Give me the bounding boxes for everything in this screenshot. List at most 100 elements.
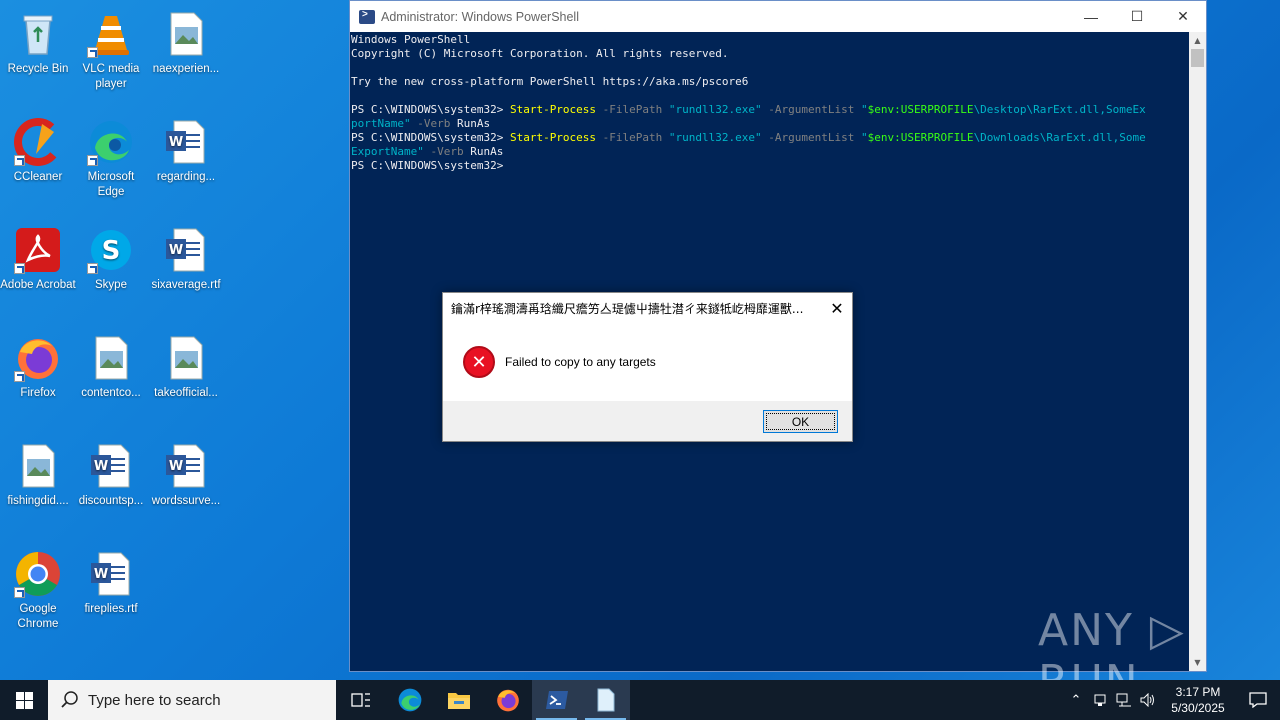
skype-icon: S — [87, 226, 135, 274]
taskbar-file-explorer[interactable] — [434, 680, 483, 720]
maximize-button[interactable]: ☐ — [1114, 1, 1160, 32]
task-view-icon — [350, 693, 370, 707]
search-icon — [60, 690, 80, 710]
dialog-title: 鑰滿r梓瑤澗濤爯琀纖尺癚竻亼瑅儢屮擣牡澘ㄔ来鐩牴屹栂靡運獸... — [451, 301, 804, 316]
taskbar-powershell[interactable] — [532, 680, 581, 720]
shortcut-arrow-icon — [87, 47, 98, 58]
console-line: Copyright (C) Microsoft Corporation. All… — [351, 47, 729, 60]
parameter: -ArgumentList — [761, 131, 861, 144]
taskbar: Type here to search ⌃ 3:17 PM 5/30/2025 — [0, 680, 1280, 720]
parameter: -FilePath — [596, 103, 669, 116]
string: portName" — [351, 117, 411, 130]
taskbar-edge[interactable] — [385, 680, 434, 720]
desktop-icon-label: Recycle Bin — [7, 63, 69, 75]
desktop-icon-label: Microsoft Edge — [87, 171, 135, 198]
desktop-icon-google-chrome[interactable]: Google Chrome — [0, 544, 76, 644]
desktop-icon-skype[interactable]: S Skype — [73, 220, 149, 320]
clock-date: 5/30/2025 — [1171, 701, 1225, 715]
desktop-icon-label: Skype — [95, 279, 127, 291]
svg-text:W: W — [169, 459, 183, 474]
shortcut-arrow-icon — [14, 371, 25, 382]
desktop-icon-label: Google Chrome — [17, 603, 59, 630]
desktop-icon-label: CCleaner — [13, 171, 63, 183]
desktop-icon-file[interactable]: W sixaverage.rtf — [148, 220, 224, 320]
string: \Downloads\RarExt.dll,Some — [973, 131, 1146, 144]
string: " — [860, 131, 868, 144]
desktop-icon-label: naexperien... — [152, 63, 220, 75]
scroll-up-icon[interactable]: ▲ — [1189, 32, 1206, 49]
acrobat-icon — [14, 226, 62, 274]
image-file-icon — [87, 334, 135, 382]
prompt: PS C:\WINDOWS\system32> — [351, 103, 510, 116]
desktop-icon-file[interactable]: W discountsp... — [73, 436, 149, 536]
svg-text:W: W — [169, 135, 183, 150]
desktop-icon-label: Adobe Acrobat — [0, 279, 76, 291]
argument: RunAs — [470, 145, 504, 158]
minimize-button[interactable]: — — [1068, 1, 1114, 32]
dialog-titlebar[interactable]: 鑰滿r梓瑤澗濤爯琀纖尺癚竻亼瑅儢屮擣牡澘ㄔ来鐩牴屹栂靡運獸... ✕ — [443, 293, 852, 323]
image-file-icon — [14, 442, 62, 490]
desktop-icon-vlc[interactable]: VLC media player — [73, 4, 149, 104]
network-icon[interactable] — [1112, 680, 1136, 720]
desktop-icon-label: fishingdid.... — [7, 495, 69, 507]
vertical-scrollbar[interactable]: ▲ ▼ — [1189, 32, 1206, 671]
desktop-icon-file[interactable]: naexperien... — [148, 4, 224, 104]
volume-icon[interactable] — [1136, 680, 1160, 720]
ok-button[interactable]: OK — [763, 410, 838, 433]
desktop-icon-file[interactable]: W regarding... — [148, 112, 224, 212]
desktop-icon-label: regarding... — [156, 171, 216, 183]
error-dialog[interactable]: 鑰滿r梓瑤澗濤爯琀纖尺癚竻亼瑅儢屮擣牡澘ㄔ来鐩牴屹栂靡運獸... ✕ ✕ Fai… — [442, 292, 853, 442]
clock-time: 3:17 PM — [1175, 685, 1221, 699]
powershell-icon — [545, 691, 568, 709]
desktop-icon-label: wordssurve... — [151, 495, 221, 507]
string: \Desktop\RarExt.dll,SomeEx — [973, 103, 1146, 116]
console-line: Try the new cross-platform PowerShell ht… — [351, 75, 749, 88]
variable: $env:USERPROFILE — [867, 131, 974, 144]
desktop-icon-file[interactable]: W wordssurve... — [148, 436, 224, 536]
document-icon — [597, 688, 614, 712]
notification-button[interactable] — [1236, 680, 1280, 720]
word-doc-icon: W — [162, 442, 210, 490]
shortcut-arrow-icon — [14, 263, 25, 274]
desktop-icon-file[interactable]: W fireplies.rtf — [73, 544, 149, 644]
window-title: Administrator: Windows PowerShell — [381, 9, 579, 24]
vlc-icon — [87, 10, 135, 58]
notification-icon — [1249, 692, 1267, 708]
chevron-up-icon[interactable]: ⌃ — [1064, 680, 1088, 720]
taskbar-firefox[interactable] — [483, 680, 532, 720]
ccleaner-icon — [14, 118, 62, 166]
cmdlet: Start-Process — [509, 103, 597, 116]
window-titlebar[interactable]: Administrator: Windows PowerShell — ☐ ✕ — [350, 1, 1206, 32]
taskbar-search-box[interactable]: Type here to search — [48, 680, 336, 720]
string: "rundll32.exe" — [668, 103, 762, 116]
task-view-button[interactable] — [336, 680, 385, 720]
desktop-icon-file[interactable]: contentco... — [73, 328, 149, 428]
desktop-icon-label: Firefox — [20, 387, 56, 399]
desktop-icon-adobe-acrobat[interactable]: Adobe Acrobat — [0, 220, 76, 320]
argument: RunAs — [456, 117, 491, 130]
desktop-icon-microsoft-edge[interactable]: Microsoft Edge — [73, 112, 149, 212]
start-button[interactable] — [0, 680, 48, 720]
scroll-thumb[interactable] — [1191, 49, 1204, 67]
desktop-icon-recycle-bin[interactable]: Recycle Bin — [0, 4, 76, 104]
parameter: -ArgumentList — [761, 103, 861, 116]
edge-icon — [87, 118, 135, 166]
close-button[interactable]: ✕ — [1160, 1, 1206, 32]
dialog-close-button[interactable]: ✕ — [822, 293, 852, 323]
svg-text:W: W — [94, 567, 108, 582]
desktop-icon-file[interactable]: fishingdid.... — [0, 436, 76, 536]
taskbar-notepad[interactable] — [581, 680, 630, 720]
network-device-icon[interactable] — [1088, 680, 1112, 720]
desktop-icon-ccleaner[interactable]: CCleaner — [0, 112, 76, 212]
folder-icon — [447, 693, 470, 709]
desktop-icon-label: fireplies.rtf — [84, 603, 138, 615]
svg-text:W: W — [169, 243, 183, 258]
shortcut-arrow-icon — [87, 263, 98, 274]
word-doc-icon: W — [162, 118, 210, 166]
desktop-icon-file[interactable]: takeofficial... — [148, 328, 224, 428]
desktop-icon-firefox[interactable]: Firefox — [0, 328, 76, 428]
edge-icon — [398, 688, 421, 712]
taskbar-clock[interactable]: 3:17 PM 5/30/2025 — [1160, 684, 1236, 716]
desktop-icon-label: discountsp... — [78, 495, 144, 507]
console-line: Windows PowerShell — [351, 33, 471, 46]
